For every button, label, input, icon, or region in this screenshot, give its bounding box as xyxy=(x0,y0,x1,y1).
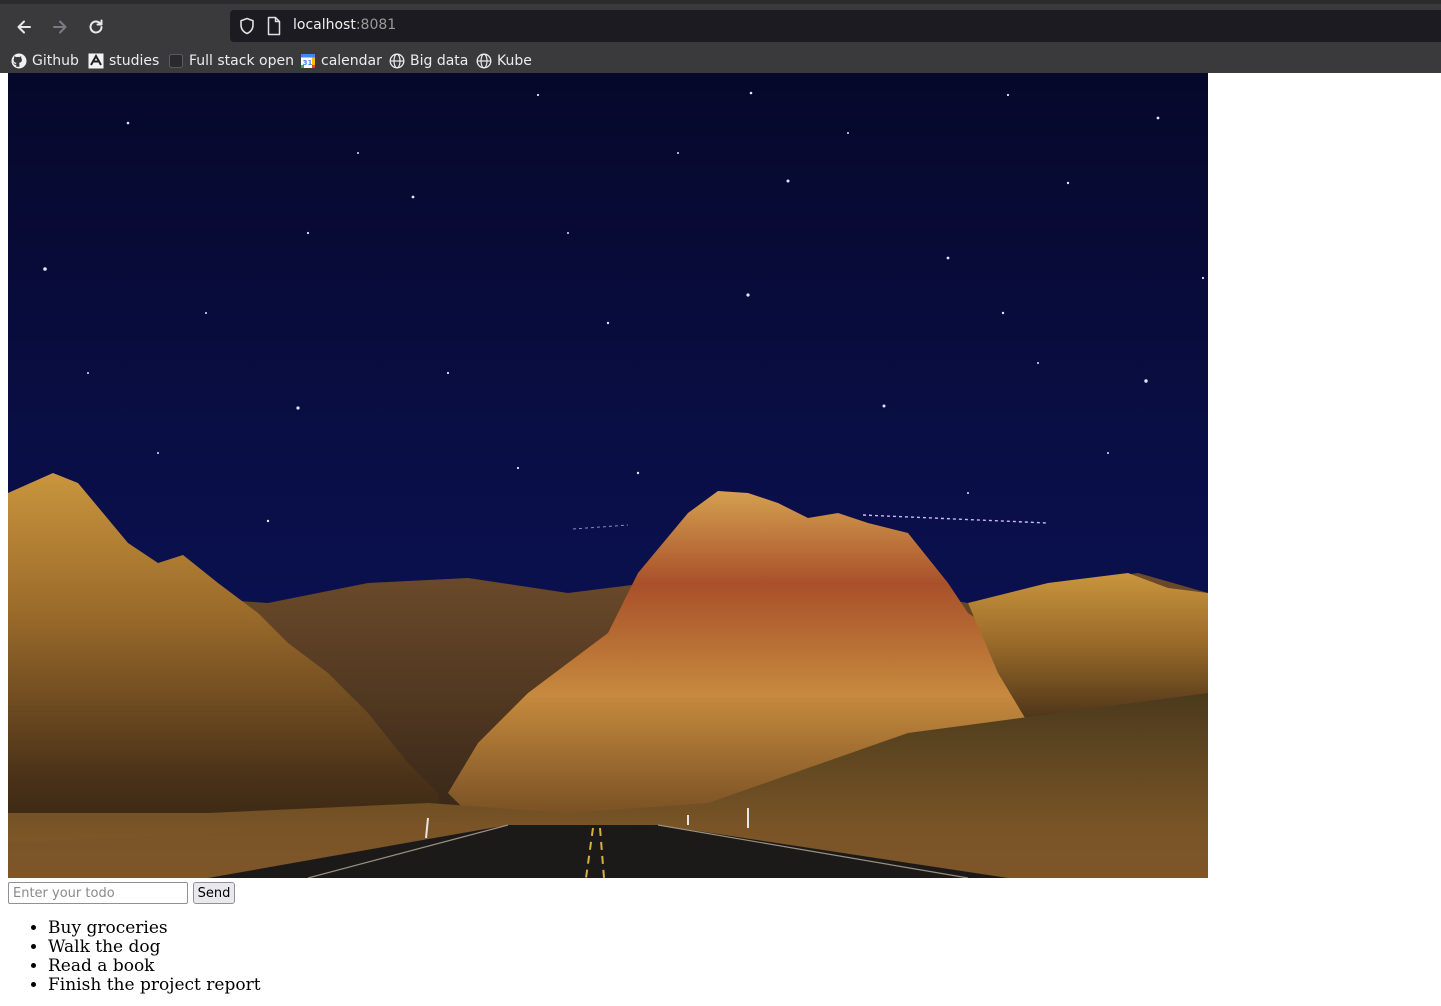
bookmark-label: calendar xyxy=(321,53,382,69)
address-bar[interactable]: localhost:8081 xyxy=(230,10,1441,42)
arrow-right-icon xyxy=(53,20,67,34)
todo-list: Buy groceries Walk the dog Read a book F… xyxy=(8,919,261,995)
github-icon xyxy=(11,53,27,69)
svg-text:31: 31 xyxy=(303,59,313,67)
arrow-left-icon xyxy=(17,20,31,34)
bookmark-calendar[interactable]: 31 calendar xyxy=(300,50,382,72)
reload-button[interactable] xyxy=(82,14,110,40)
browser-chrome: localhost:8081 Github studies Full stack… xyxy=(0,0,1441,73)
bookmark-label: studies xyxy=(109,53,160,69)
url-host: localhost xyxy=(293,17,356,33)
globe-icon xyxy=(476,53,492,69)
bookmark-label: Kube xyxy=(497,53,532,69)
todo-item: Finish the project report xyxy=(48,976,261,995)
todo-item: Walk the dog xyxy=(48,938,261,957)
reload-icon xyxy=(89,19,103,34)
hero-image xyxy=(8,73,1208,878)
bookmark-label: Github xyxy=(32,53,79,69)
calendar-icon: 31 xyxy=(300,53,316,69)
bookmark-big-data[interactable]: Big data xyxy=(389,50,468,72)
send-button[interactable]: Send xyxy=(193,882,235,904)
bookmark-github[interactable]: Github xyxy=(11,50,79,72)
bookmark-label: Big data xyxy=(410,53,469,69)
page-icon xyxy=(267,16,281,36)
bookmark-full-stack-open[interactable]: Full stack open xyxy=(168,50,294,72)
bookmarks-bar: Github studies Full stack open 31 calend… xyxy=(0,46,1441,76)
bookmark-studies[interactable]: studies xyxy=(88,50,159,72)
todo-input[interactable] xyxy=(8,882,188,904)
globe-icon xyxy=(389,53,405,69)
url-port: :8081 xyxy=(355,17,397,33)
todo-item: Buy groceries xyxy=(48,919,261,938)
forward-button[interactable] xyxy=(46,14,74,40)
back-button[interactable] xyxy=(10,14,38,40)
browser-toolbar: localhost:8081 xyxy=(0,8,1441,46)
url-text[interactable]: localhost:8081 xyxy=(293,17,396,33)
shield-icon[interactable] xyxy=(238,17,256,35)
bookmark-label: Full stack open xyxy=(189,53,294,69)
blank-page-icon xyxy=(168,53,184,69)
bookmark-kube[interactable]: Kube xyxy=(476,50,532,72)
todo-item: Read a book xyxy=(48,957,261,976)
studies-icon xyxy=(88,53,104,69)
